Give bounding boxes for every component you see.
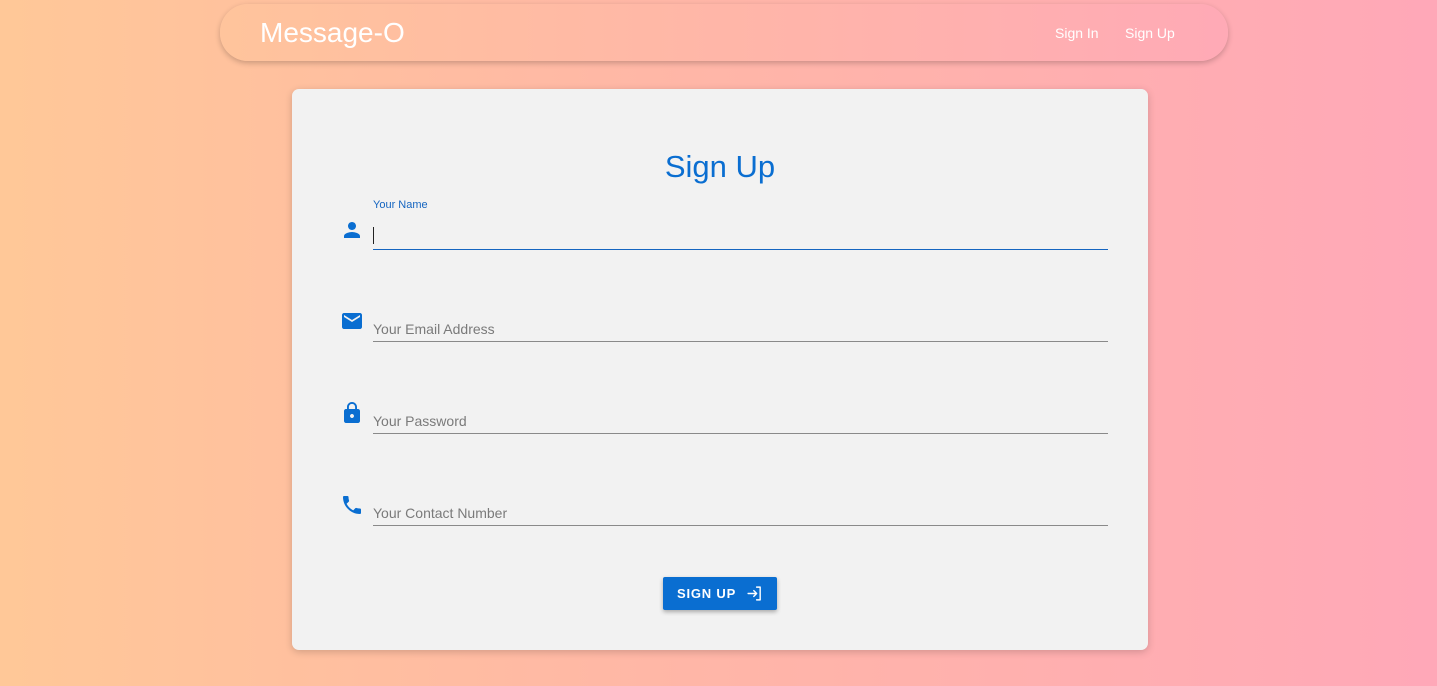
nav-sign-in-link[interactable]: Sign In <box>1055 25 1099 41</box>
brand-logo[interactable]: Message-O <box>260 18 405 48</box>
password-input[interactable] <box>373 408 1108 433</box>
contact-number-input[interactable] <box>373 500 1108 525</box>
nav-sign-up-link[interactable]: Sign Up <box>1125 25 1175 41</box>
login-icon <box>746 585 763 602</box>
top-navbar: Message-O Sign In Sign Up <box>220 4 1228 61</box>
email-input[interactable] <box>373 316 1108 341</box>
name-input[interactable] <box>373 224 1108 249</box>
name-field[interactable] <box>373 224 1108 250</box>
phone-icon <box>340 493 364 517</box>
email-icon <box>340 309 364 333</box>
contact-number-field[interactable] <box>373 500 1108 526</box>
sign-up-button[interactable]: SIGN UP <box>663 577 777 610</box>
page-title: Sign Up <box>664 149 776 184</box>
lock-icon <box>340 401 364 425</box>
signup-card: Sign Up Your Name SIGN UP <box>292 89 1148 650</box>
password-field[interactable] <box>373 408 1108 434</box>
text-cursor <box>373 227 374 244</box>
email-field[interactable] <box>373 316 1108 342</box>
person-icon <box>340 218 364 242</box>
sign-up-button-label: SIGN UP <box>677 586 737 601</box>
name-field-label: Your Name <box>373 199 428 211</box>
